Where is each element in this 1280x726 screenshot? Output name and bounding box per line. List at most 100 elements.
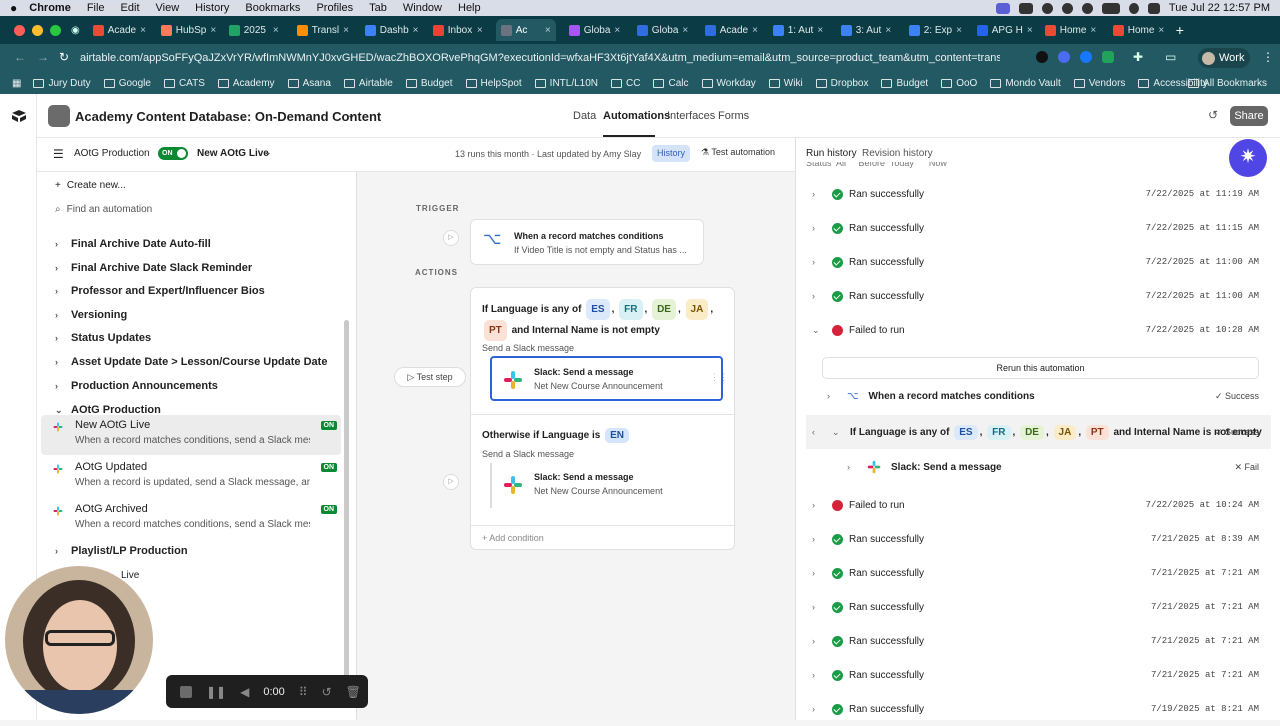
wifi-icon[interactable] [1081, 2, 1093, 14]
bookmark-item[interactable]: CATS [163, 78, 205, 89]
run-row[interactable]: › Ran successfully 7/21/2025 at 7:21 AM [806, 624, 1271, 658]
run-row[interactable]: › Ran successfully 7/21/2025 at 7:21 AM [806, 658, 1271, 692]
menu-window[interactable]: Window [403, 2, 442, 14]
nav-forms[interactable]: Forms [718, 110, 749, 122]
extension-icon[interactable] [1036, 51, 1048, 63]
nav-interfaces[interactable]: Interfaces [667, 110, 715, 122]
extension-icon[interactable] [1058, 51, 1070, 63]
menu-list-icon[interactable]: ☰ [53, 147, 64, 161]
history-clock-icon[interactable]: ↺ [1208, 108, 1218, 122]
browser-tab[interactable]: Home × [1108, 19, 1168, 41]
slack-action-card[interactable]: Slack: Send a message Net New Course Ann… [490, 356, 728, 401]
tab-close-icon[interactable]: × [956, 25, 962, 36]
if-condition-text[interactable]: If Language is any of ES, FR, DE, JA, PT… [482, 299, 722, 341]
bookmark-item[interactable]: OoO [941, 78, 977, 89]
tab-close-icon[interactable]: × [1027, 25, 1032, 36]
bookmark-item[interactable]: CC [611, 78, 640, 89]
pause-icon[interactable]: ❚❚ [206, 685, 226, 699]
browser-tab[interactable]: 2: Exp × [904, 19, 964, 41]
close-window-button[interactable] [14, 24, 25, 36]
tab-close-icon[interactable]: × [140, 25, 146, 36]
status-icon[interactable] [995, 2, 1010, 14]
browser-tab[interactable]: Ac × [495, 19, 556, 41]
tab-revision-history[interactable]: Revision history [862, 148, 933, 159]
menu-app-name[interactable]: Chrome [29, 2, 71, 14]
test-automation-button[interactable]: ⚗ Test automation [701, 147, 775, 158]
rerun-automation-button[interactable]: Rerun this automation [822, 357, 1259, 379]
url-input[interactable]: airtable.com/appSoFFyQaJZxVrYR/wfImNWMnY… [80, 48, 1000, 68]
sidebar-group-item[interactable]: › Final Archive Date Slack Reminder [55, 262, 252, 274]
forward-icon[interactable]: → [37, 50, 49, 64]
browser-tab[interactable]: Acade × [700, 19, 760, 41]
group-name[interactable]: AOtG Production [74, 148, 150, 159]
step-row-slack[interactable]: › Slack: Send a message ✕ Fail [841, 450, 1271, 484]
run-row[interactable]: › Ran successfully 7/21/2025 at 7:21 AM [806, 556, 1271, 590]
automation-item[interactable]: AOtG Archived When a record matches condi… [41, 499, 341, 539]
drag-handle-icon[interactable]: ⋮⋮ [710, 372, 728, 383]
menu-view[interactable]: View [156, 2, 180, 14]
run-row[interactable]: › Ran successfully 7/22/2025 at 11:15 AM [806, 211, 1271, 245]
tab-close-icon[interactable]: × [413, 25, 419, 36]
tab-close-icon[interactable]: × [273, 25, 279, 36]
menu-profiles[interactable]: Profiles [316, 2, 353, 14]
battery-icon[interactable] [1101, 2, 1120, 14]
trigger-card[interactable]: ⌥ When a record matches conditions If Vi… [470, 219, 704, 265]
minimize-window-button[interactable] [32, 24, 43, 36]
automation-item[interactable]: New AOtG Live When a record matches condi… [41, 415, 341, 455]
extension-icon[interactable] [1080, 51, 1092, 63]
automation-name[interactable]: New AOtG Live [197, 148, 269, 159]
bookmark-item[interactable]: Jury Duty [33, 78, 91, 89]
search-icon[interactable] [1128, 2, 1139, 14]
tab-close-icon[interactable]: × [343, 25, 349, 36]
tab-close-icon[interactable]: × [1090, 25, 1096, 36]
sidebar-scrollbar[interactable] [344, 320, 349, 700]
menu-history[interactable]: History [195, 2, 229, 14]
sidebar-toggle-icon[interactable]: ▭ [1165, 50, 1176, 64]
browser-tab[interactable]: Globa × [632, 19, 692, 41]
profile-button[interactable]: Work [1198, 48, 1250, 68]
trigger-run-icon[interactable]: ▷ [443, 230, 459, 246]
browser-tab[interactable]: Acade × [88, 19, 148, 41]
apps-grid-icon[interactable]: ▦ [12, 78, 21, 89]
bookmark-item[interactable]: Budget [405, 78, 453, 89]
automation-chevron-icon[interactable]: ⌄ [264, 147, 272, 158]
browser-tab[interactable]: Globa × [564, 19, 624, 41]
tab-close-icon[interactable]: × [885, 25, 891, 36]
share-button[interactable]: Share [1230, 106, 1268, 126]
reload-icon[interactable]: ↻ [59, 50, 69, 64]
base-title-chevron-icon[interactable]: ⌄ [347, 110, 355, 121]
bookmark-item[interactable]: HelpSpot [465, 78, 522, 89]
drag-handle-icon[interactable]: ⠿ [299, 685, 308, 699]
status-icon[interactable] [1018, 2, 1033, 14]
apple-icon[interactable]: ● [10, 1, 17, 15]
tab-run-history[interactable]: Run history [806, 148, 857, 159]
browser-tab[interactable]: 3: Aut × [836, 19, 896, 41]
add-condition-button[interactable]: + Add condition [482, 533, 544, 543]
sidebar-item-live[interactable]: Live [121, 570, 139, 581]
otherwise-condition-text[interactable]: Otherwise if Language is EN [482, 428, 631, 443]
extension-icon[interactable] [1102, 51, 1114, 63]
run-row[interactable]: › Ran successfully 7/22/2025 at 11:00 AM [806, 245, 1271, 279]
bookmark-item[interactable]: Academy [217, 78, 275, 89]
sidebar-item-playlist[interactable]: › Playlist/LP Production [55, 545, 188, 557]
browser-tab[interactable]: Transl × [292, 19, 352, 41]
nav-data[interactable]: Data [573, 110, 596, 122]
stop-icon[interactable] [180, 685, 192, 698]
tab-close-icon[interactable]: × [1158, 25, 1164, 36]
sidebar-group-item[interactable]: › Asset Update Date > Lesson/Course Updat… [55, 356, 327, 368]
find-automation-input[interactable]: ⌕ Find an automation [55, 204, 152, 215]
tab-close-icon[interactable]: × [817, 25, 823, 36]
browser-tab[interactable]: 1: Aut × [768, 19, 828, 41]
sidebar-group-item[interactable]: › Final Archive Date Auto-fill [55, 238, 211, 250]
run-row[interactable]: › Ran successfully 7/22/2025 at 11:00 AM [806, 279, 1271, 313]
bookmark-item[interactable]: Vendors [1073, 78, 1125, 89]
base-title[interactable]: Academy Content Database: On-Demand Cont… [75, 109, 381, 124]
step-run-icon[interactable]: ▷ [443, 474, 459, 490]
new-tab-button[interactable]: + [1176, 22, 1184, 38]
tab-close-icon[interactable]: × [545, 25, 551, 36]
tab-close-icon[interactable]: × [682, 25, 688, 36]
puzzle-icon[interactable]: ✚ [1133, 50, 1143, 64]
bookmark-item[interactable]: Wiki [768, 78, 803, 89]
all-bookmarks[interactable]: All Bookmarks [1188, 78, 1267, 89]
tab-close-icon[interactable]: × [210, 25, 215, 36]
